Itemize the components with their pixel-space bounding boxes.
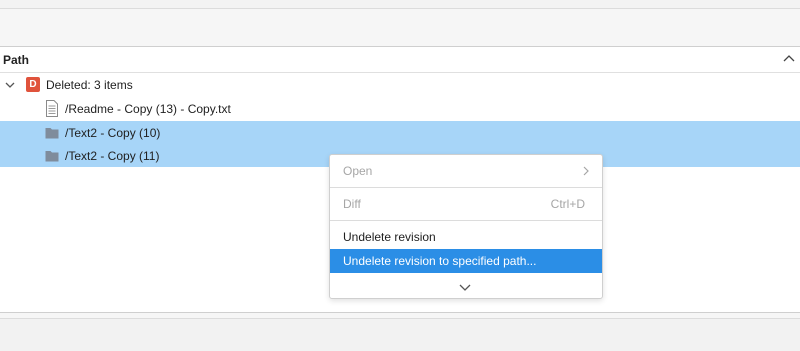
chevron-down-icon[interactable] [458, 283, 472, 293]
menu-item-label: Open [343, 164, 373, 178]
tree-row-readme[interactable]: /Readme - Copy (13) - Copy.txt [0, 97, 800, 120]
column-title: Path [3, 53, 30, 67]
menu-item-undelete-revision[interactable]: Undelete revision [330, 225, 602, 249]
tree-group-row[interactable]: D Deleted: 3 items [0, 73, 800, 96]
bottom-bar [0, 318, 800, 351]
menu-item-diff[interactable]: Diff Ctrl+D [330, 192, 602, 216]
item-path: /Text2 - Copy (10) [65, 126, 161, 140]
menu-separator [330, 187, 602, 188]
file-icon [46, 100, 58, 117]
sort-ascending-icon[interactable] [782, 52, 796, 66]
menu-item-undelete-to-path[interactable]: Undelete revision to specified path... [330, 249, 602, 273]
menu-item-label: Undelete revision to specified path... [343, 254, 537, 268]
menu-item-label: Undelete revision [343, 230, 436, 244]
menu-item-open[interactable]: Open [330, 159, 602, 183]
tree-row-text2-10[interactable]: /Text2 - Copy (10) [0, 121, 800, 144]
toolbar-area [0, 9, 800, 46]
item-path: /Readme - Copy (13) - Copy.txt [65, 102, 231, 116]
menu-item-shortcut: Ctrl+D [550, 197, 585, 211]
chevron-right-icon [583, 166, 589, 176]
chevron-down-icon[interactable] [4, 79, 16, 91]
menu-item-label: Diff [343, 197, 361, 211]
group-label: Deleted: 3 items [46, 78, 133, 92]
menu-separator [330, 220, 602, 221]
deleted-badge-icon: D [26, 77, 40, 92]
folder-icon [45, 128, 59, 139]
item-path: /Text2 - Copy (11) [65, 149, 160, 163]
context-menu: Open Diff Ctrl+D Undelete revision Undel… [329, 154, 603, 299]
folder-icon [45, 151, 59, 162]
top-strip [0, 0, 800, 9]
column-header-path[interactable]: Path [0, 47, 800, 73]
